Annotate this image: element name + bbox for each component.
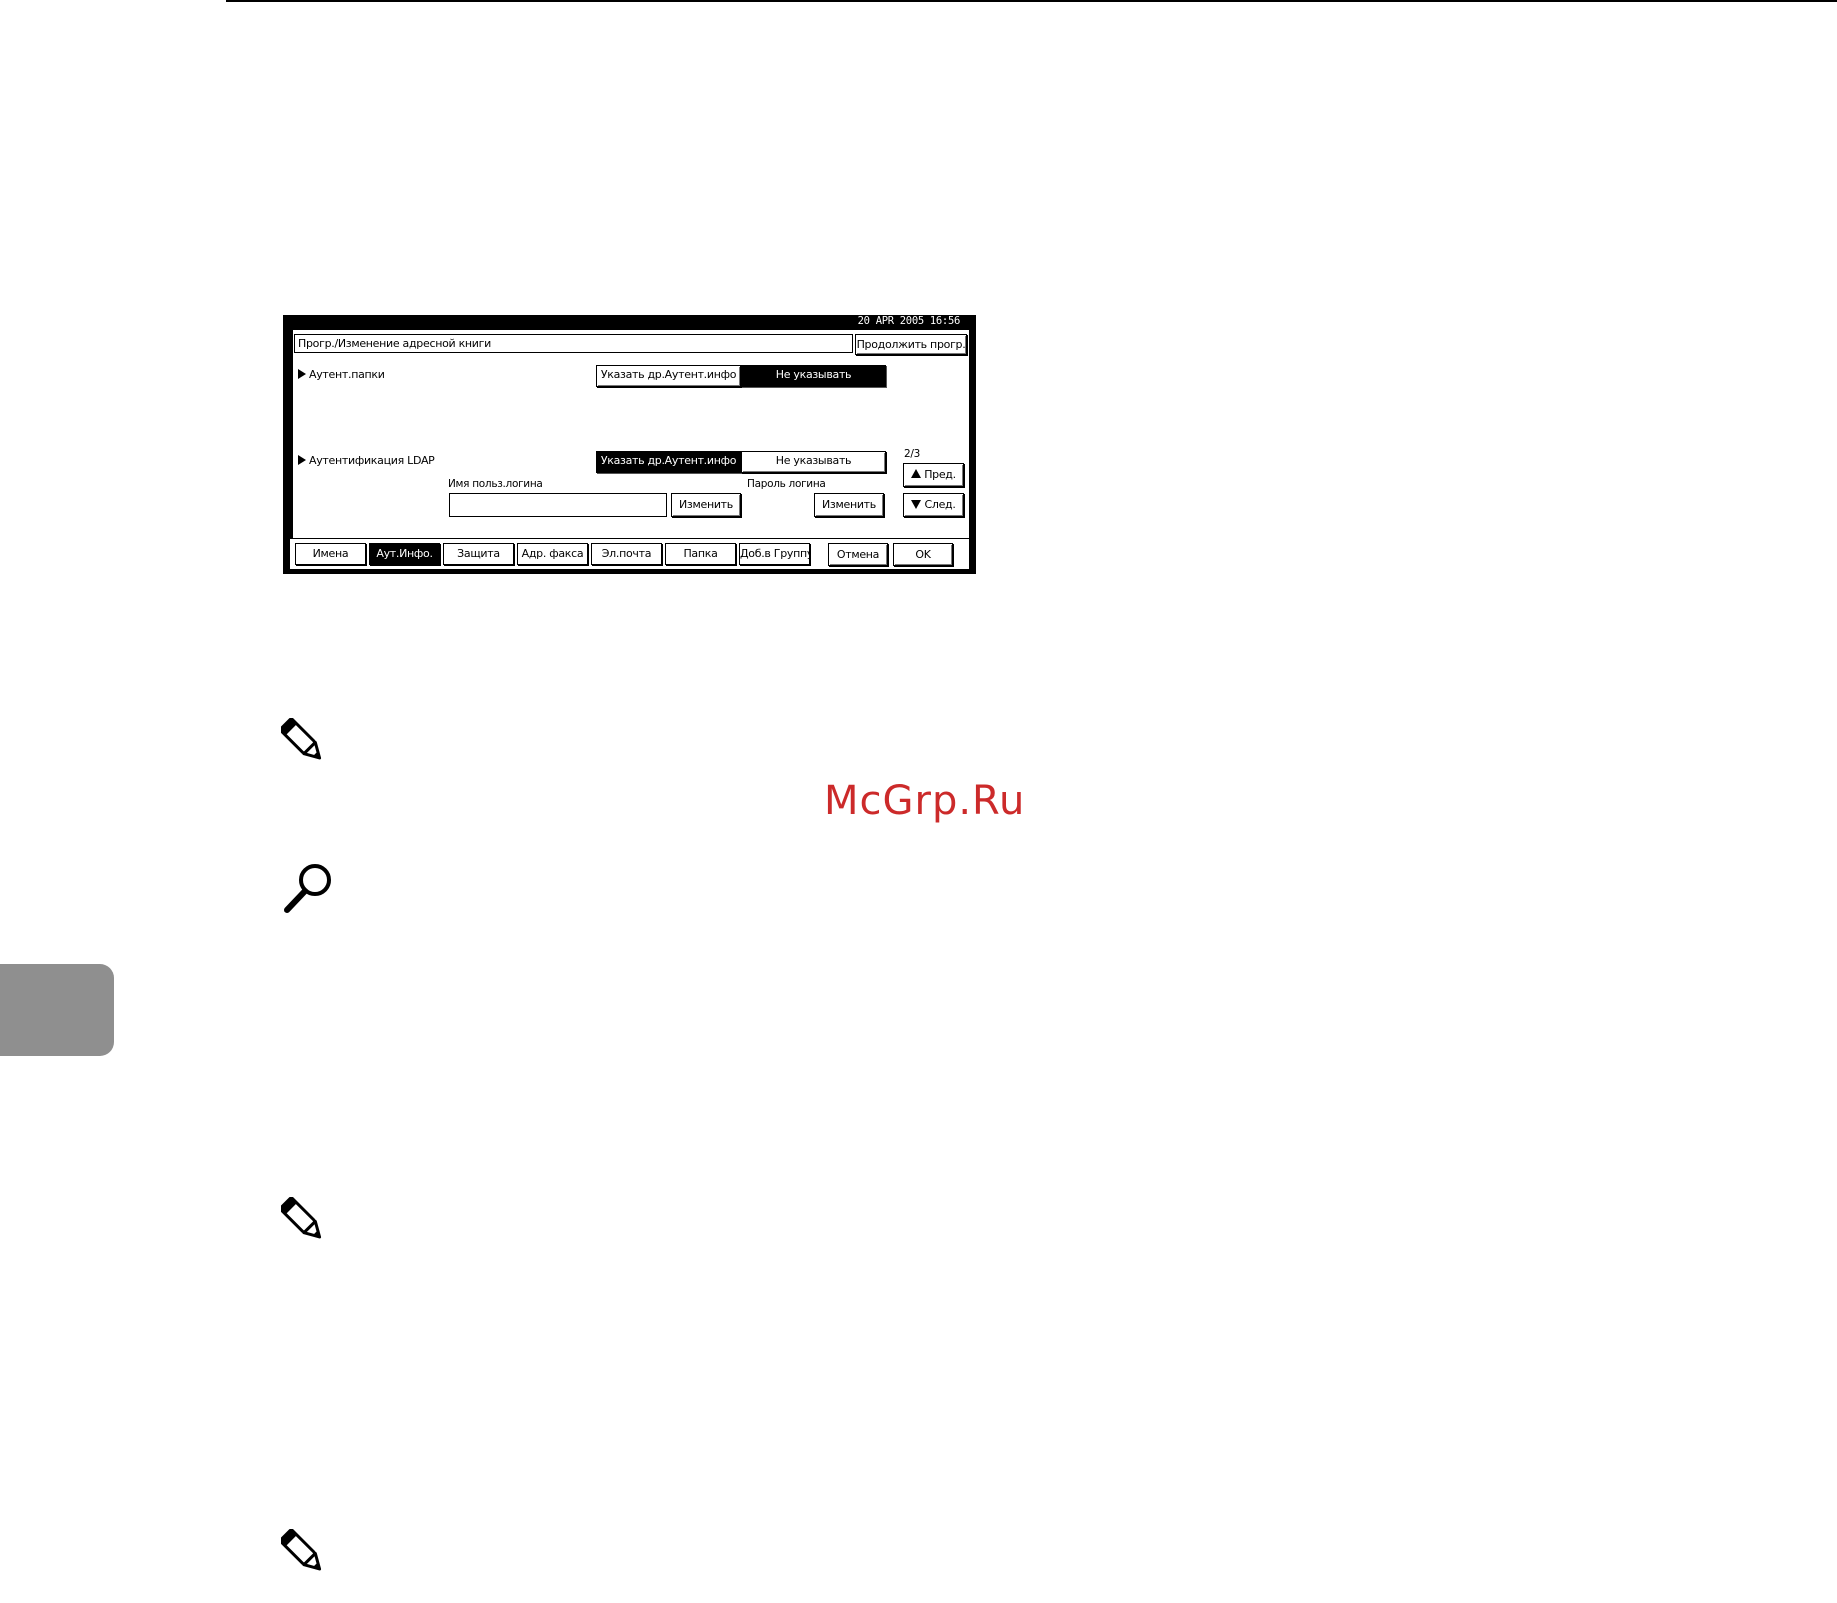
tab-fax-destination[interactable]: Адр. факса <box>517 543 588 565</box>
note-pencil-icon <box>281 1197 322 1239</box>
folder-auth-specify-button[interactable]: Указать др.Аутент.инфо <box>596 365 741 387</box>
category-tabs: Имена Аут.Инфо. Защита Адр. факса Эл.поч… <box>290 538 969 569</box>
login-user-name-label: Имя польз.логина <box>448 478 543 490</box>
next-page-label: След. <box>924 498 956 511</box>
triangle-up-icon <box>911 469 922 478</box>
note-pencil-icon <box>281 1529 322 1571</box>
tab-auth-info[interactable]: Аут.Инфо. <box>369 543 440 565</box>
previous-page-label: Пред. <box>924 468 956 481</box>
folder-auth-row: Аутент.папки <box>298 368 385 382</box>
login-password-label: Пароль логина <box>747 478 826 490</box>
ldap-auth-specify-button[interactable]: Указать др.Аутент.инфо <box>596 451 741 473</box>
ldap-auth-label: Аутентификация LDAP <box>309 454 435 467</box>
previous-page-button[interactable]: Пред. <box>903 463 964 487</box>
row-arrow-icon <box>298 455 306 465</box>
tab-protection[interactable]: Защита <box>443 543 514 565</box>
triangle-down-icon <box>911 500 922 509</box>
row-arrow-icon <box>298 369 306 379</box>
top-rule <box>226 0 1837 2</box>
tab-add-to-group[interactable]: Доб.в Группу <box>739 543 810 565</box>
folder-auth-do-not-specify-button[interactable]: Не указывать <box>741 365 886 387</box>
chapter-tab <box>0 964 114 1056</box>
ok-button[interactable]: OK <box>893 543 953 566</box>
ldap-auth-do-not-specify-button[interactable]: Не указывать <box>741 451 886 473</box>
reference-magnifier-icon <box>284 864 331 913</box>
screen-title: Прогр./Изменение адресной книги <box>294 334 853 353</box>
tab-email[interactable]: Эл.почта <box>591 543 662 565</box>
ldap-auth-row: Аутентификация LDAP <box>298 454 435 468</box>
device-screen: 20 APR 2005 16:56 Прогр./Изменение адрес… <box>283 315 976 574</box>
login-user-name-field[interactable] <box>449 493 667 517</box>
folder-auth-label: Аутент.папки <box>309 368 385 381</box>
change-login-user-name-button[interactable]: Изменить <box>671 493 741 517</box>
watermark: McGrp.Ru <box>824 778 1026 824</box>
panel-left-edge <box>290 330 293 569</box>
tab-names[interactable]: Имена <box>295 543 366 565</box>
continue-programming-button[interactable]: Продолжить прогр. <box>855 334 967 355</box>
tab-folder[interactable]: Папка <box>665 543 736 565</box>
cancel-button[interactable]: Отмена <box>828 543 888 566</box>
change-login-password-button[interactable]: Изменить <box>814 493 884 517</box>
datetime: 20 APR 2005 16:56 <box>857 315 961 327</box>
next-page-button[interactable]: След. <box>903 493 964 517</box>
note-pencil-icon <box>281 718 322 760</box>
screen-panel: Прогр./Изменение адресной книги Продолжи… <box>289 329 970 570</box>
page-indicator: 2/3 <box>904 448 920 460</box>
